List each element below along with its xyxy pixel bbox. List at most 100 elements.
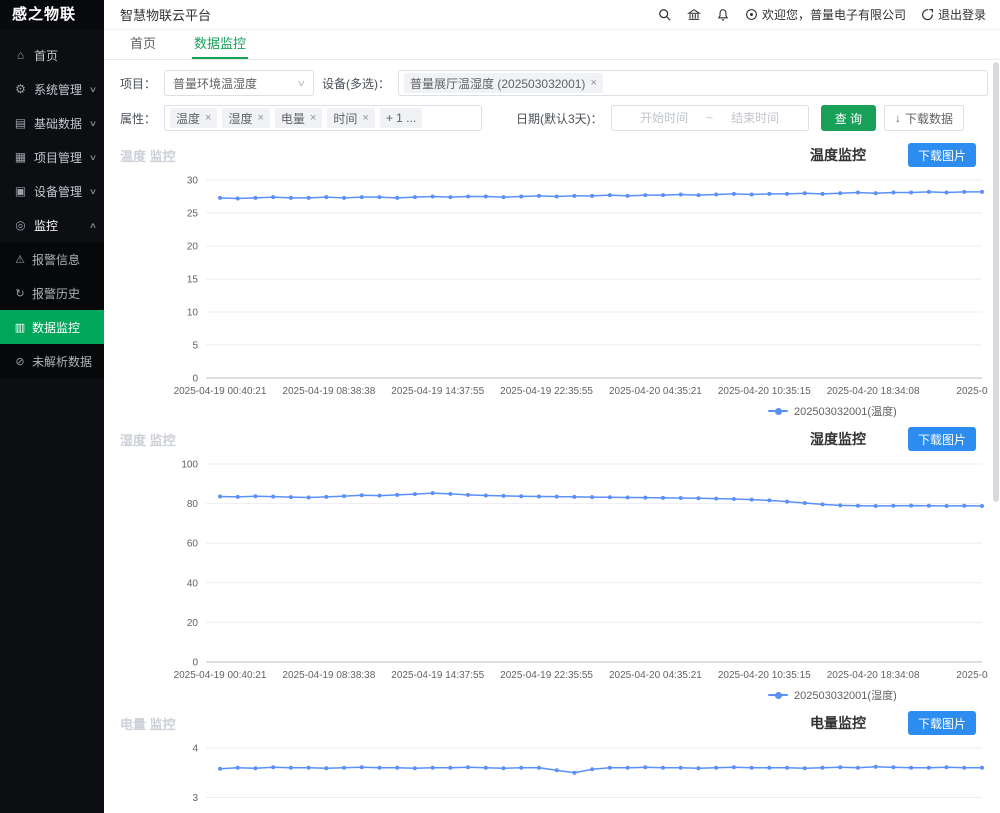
end-time-input[interactable] — [717, 111, 793, 125]
filter-row-attrs: 属性： 温度 × 湿度 × 电量 × 时间 — [120, 105, 988, 131]
logout-button[interactable]: 退出登录 — [921, 6, 986, 23]
topbar-actions: 欢迎您，普量电子有限公司 退出登录 — [658, 6, 986, 23]
chart-title: 电量监控 — [810, 713, 866, 733]
close-icon[interactable]: × — [310, 112, 316, 124]
start-time-input[interactable] — [626, 111, 702, 125]
project-select[interactable]: 普量环境温湿度 ∨ — [164, 70, 314, 96]
svg-text:2025-04-19 08:38:38: 2025-04-19 08:38:38 — [282, 670, 375, 681]
sidebar-item-monitoring[interactable]: ◎ 监控 ∧ — [0, 208, 104, 242]
svg-text:2025-04-19 00:40:21: 2025-04-19 00:40:21 — [174, 670, 267, 681]
device-tag: 普量展厅温湿度 (202503032001) × — [404, 73, 603, 93]
welcome-user[interactable]: 欢迎您，普量电子有限公司 — [745, 6, 906, 23]
sidebar-item-label: 首页 — [34, 47, 58, 64]
svg-text:2025-04-20 04:35:21: 2025-04-20 04:35:21 — [609, 386, 702, 397]
close-icon[interactable]: × — [205, 112, 211, 124]
download-data-button[interactable]: ↓ 下载数据 — [884, 105, 964, 131]
chart-title: 温度监控 — [810, 145, 866, 165]
project-icon: ▦ — [13, 150, 28, 164]
download-image-button[interactable]: 下载图片 — [908, 427, 976, 451]
query-button[interactable]: 查 询 — [821, 105, 876, 131]
welcome-text: 欢迎您，普量电子有限公司 — [762, 6, 906, 23]
gear-icon: ⚙ — [13, 82, 28, 96]
attributes-multiselect[interactable]: 温度 × 湿度 × 电量 × 时间 × + 1 ... — [164, 105, 482, 131]
platform-title: 智慧物联云平台 — [120, 5, 211, 24]
legend-label: 202503032001(温度) — [794, 403, 897, 419]
chart-title: 湿度监控 — [810, 429, 866, 449]
svg-text:2025-04-20 10:35:15: 2025-04-20 10:35:15 — [718, 386, 811, 397]
svg-text:0: 0 — [192, 374, 198, 385]
svg-text:2025-04-19 00:40:21: 2025-04-19 00:40:21 — [174, 386, 267, 397]
attributes-label: 属性： — [120, 110, 156, 127]
humidity-line-chart: 0204060801002025-04-19 00:40:212025-04-1… — [120, 454, 988, 686]
project-label: 项目： — [120, 75, 156, 92]
sidebar-item-label: 报警信息 — [32, 251, 80, 268]
range-separator: ~ — [706, 111, 713, 125]
sidebar-item-label: 基础数据 — [34, 115, 82, 132]
logout-icon — [921, 8, 934, 21]
attr-tag-temperature: 温度 × — [170, 108, 217, 128]
sidebar-item-project-management[interactable]: ▦ 项目管理 ∨ — [0, 140, 104, 174]
topbar: 智慧物联云平台 欢迎您，普量电子有限公司 退出登录 — [104, 0, 1000, 30]
sidebar-item-label: 报警历史 — [32, 285, 80, 302]
device-tag-label: 普量展厅温湿度 (202503032001) — [410, 75, 585, 92]
sidebar-item-label: 数据监控 — [32, 319, 80, 336]
svg-text:2025-04-19 14:37:55: 2025-04-19 14:37:55 — [391, 670, 484, 681]
close-icon[interactable]: × — [362, 112, 368, 124]
app-root: 感之物联 ⌂ 首页 ⚙ 系统管理 ∨ ▤ 基础数据 ∨ ▦ 项目管理 ∨ — [0, 0, 1000, 813]
tab-home[interactable]: 首页 — [128, 33, 158, 59]
sidebar-item-alarm-history[interactable]: ↻ 报警历史 — [0, 276, 104, 310]
chart-legend[interactable]: 202503032001(湿度) — [768, 686, 988, 704]
attr-tag-label: 时间 — [333, 110, 357, 127]
legend-line-icon — [768, 410, 788, 412]
svg-text:5: 5 — [192, 341, 198, 352]
bell-icon[interactable] — [716, 8, 730, 22]
sidebar-item-device-management[interactable]: ▣ 设备管理 ∨ — [0, 174, 104, 208]
svg-text:20: 20 — [187, 618, 199, 629]
chart-watermark-title: 电量 监控 — [120, 714, 176, 733]
chart-header: 湿度 监控 湿度监控 下载图片 — [120, 424, 988, 454]
attr-tag-more[interactable]: + 1 ... — [380, 108, 422, 128]
close-icon[interactable]: × — [590, 77, 596, 89]
download-image-button[interactable]: 下载图片 — [908, 711, 976, 735]
svg-text:2025-04-19 14:37:55: 2025-04-19 14:37:55 — [391, 386, 484, 397]
sidebar-item-alarm-info[interactable]: ⚠ 报警信息 — [0, 242, 104, 276]
svg-text:2025-04-20 18:34:08: 2025-04-20 18:34:08 — [827, 386, 920, 397]
data-monitor-icon: ▥ — [13, 321, 27, 334]
chevron-down-icon: ∨ — [89, 119, 97, 128]
sidebar-item-basic-data[interactable]: ▤ 基础数据 ∨ — [0, 106, 104, 140]
sidebar-item-system-management[interactable]: ⚙ 系统管理 ∨ — [0, 72, 104, 106]
search-icon[interactable] — [658, 8, 672, 22]
chevron-down-icon: ∨ — [89, 187, 97, 196]
attr-tag-label: 湿度 — [228, 110, 252, 127]
sidebar-item-unparsed-data[interactable]: ⊘ 未解析数据 — [0, 344, 104, 378]
svg-text:2025-04-19 22:35:55: 2025-04-19 22:35:55 — [500, 670, 593, 681]
chart-watermark-title: 温度 监控 — [120, 146, 176, 165]
date-label: 日期(默认3天)： — [516, 110, 603, 127]
download-image-button[interactable]: 下载图片 — [908, 143, 976, 167]
svg-text:2025-04-20 10:35:15: 2025-04-20 10:35:15 — [718, 670, 811, 681]
alarm-icon: ⚠ — [13, 253, 27, 266]
download-data-label: 下载数据 — [905, 110, 953, 127]
organization-icon[interactable] — [687, 8, 701, 22]
chart-legend[interactable]: 202503032001(温度) — [768, 402, 988, 420]
attr-tag-humidity: 湿度 × — [222, 108, 269, 128]
svg-text:80: 80 — [187, 499, 199, 510]
date-range-picker[interactable]: ~ — [611, 105, 809, 131]
svg-text:2025-04-21: 2025-04-21 — [956, 670, 988, 681]
chevron-down-icon: ∨ — [297, 78, 307, 89]
svg-text:10: 10 — [187, 308, 199, 319]
monitor-icon: ◎ — [13, 218, 28, 232]
sidebar-item-data-monitoring[interactable]: ▥ 数据监控 — [0, 310, 104, 344]
svg-text:100: 100 — [181, 460, 198, 471]
close-icon[interactable]: × — [257, 112, 263, 124]
sidebar-item-home[interactable]: ⌂ 首页 — [0, 38, 104, 72]
tab-data-monitoring[interactable]: 数据监控 — [192, 33, 248, 59]
device-multiselect[interactable]: 普量展厅温湿度 (202503032001) × — [398, 70, 988, 96]
attr-tag-label: 电量 — [281, 110, 305, 127]
chart-header: 温度 监控 温度监控 下载图片 — [120, 140, 988, 170]
svg-text:25: 25 — [187, 209, 199, 220]
chevron-down-icon: ∨ — [89, 153, 97, 162]
svg-text:3: 3 — [192, 793, 198, 804]
unparsed-icon: ⊘ — [13, 355, 27, 368]
scrollbar[interactable] — [993, 62, 999, 502]
